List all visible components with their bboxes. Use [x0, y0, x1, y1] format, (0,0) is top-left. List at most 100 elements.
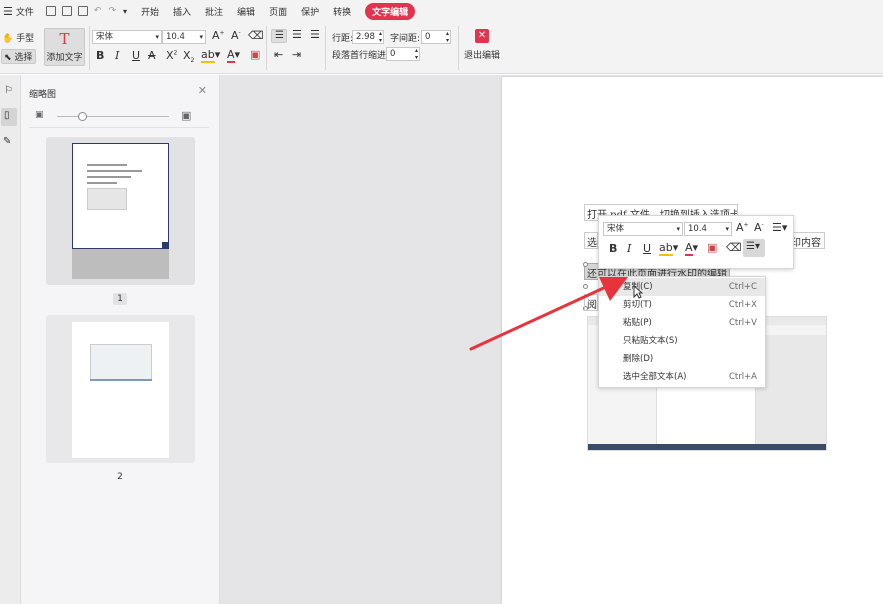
cursor-icon: ⬉ [4, 53, 12, 63]
print-icon[interactable] [77, 6, 88, 16]
text-background-icon[interactable]: ▣ [250, 48, 260, 61]
bold-icon[interactable]: B [96, 49, 104, 62]
divider [458, 26, 459, 70]
mini-font-size-select[interactable]: 10.4 ▾ [684, 222, 732, 236]
strikethrough-icon[interactable]: A [148, 49, 156, 62]
tab-text-edit[interactable]: 文字编辑 [365, 2, 416, 20]
hand-icon: ✋ [2, 34, 14, 44]
highlight-icon[interactable]: ab▾ [659, 241, 678, 256]
menu-item-shortcut: Ctrl+V [728, 318, 757, 328]
quick-access-dropdown-icon[interactable]: ▾ [123, 7, 127, 16]
line-spacing-icon[interactable]: ☰▾ [772, 221, 787, 234]
align-left-button[interactable]: ☰ [271, 29, 287, 43]
ribbon-toolbar: ✋ 手型 ⬉ 选择 T 添加文字 宋体 ▾ 10.4 ▾ A+ A- ⌫ B I… [0, 22, 883, 74]
tab-convert[interactable]: 转换 [333, 5, 351, 18]
text-background-icon[interactable]: ▣ [707, 241, 717, 254]
align-right-icon[interactable]: ☰ [310, 28, 320, 41]
stepper-icon: ▴ ▾ [378, 30, 382, 44]
menu-item-select-all[interactable]: 选中全部文本(A) Ctrl+A [599, 368, 765, 386]
hand-tool-button[interactable]: ✋ 手型 [2, 31, 34, 44]
tab-protect[interactable]: 保护 [301, 5, 319, 18]
zoom-slider-track[interactable] [57, 116, 169, 117]
menu-bar: ☰ 文件 ↶ ↷ ▾ 开始 插入 批注 编辑 页面 保护 转换 文字编辑 [0, 0, 883, 22]
increase-indent-icon[interactable]: ⇥ [292, 48, 301, 61]
italic-icon[interactable]: I [627, 242, 631, 255]
italic-icon[interactable]: I [115, 49, 119, 62]
zoom-slider-handle[interactable] [78, 112, 87, 121]
stepper-icon: ▴ ▾ [414, 47, 418, 61]
chevron-down-icon: ▾ [725, 225, 729, 233]
decrease-font-icon[interactable]: A- [754, 221, 764, 234]
tab-page[interactable]: 页面 [269, 5, 287, 18]
divider [266, 26, 267, 70]
large-image-icon[interactable]: ▣ [181, 109, 191, 122]
menu-item-shortcut: Ctrl+C [728, 282, 757, 292]
thumbnail-page-image [72, 322, 169, 458]
align-center-icon[interactable]: ☰ [292, 28, 302, 41]
open-folder-icon[interactable] [45, 6, 56, 16]
hamburger-icon[interactable]: ☰ [3, 5, 13, 18]
bold-icon[interactable]: B [609, 242, 617, 255]
bookmark-icon[interactable]: ⚐ [4, 85, 13, 96]
line-spacing-input[interactable]: 2.98 ▴ ▾ [352, 30, 384, 44]
line-spacing-label: 行距: [332, 34, 354, 44]
menu-file[interactable]: 文件 [16, 5, 34, 18]
add-text-button[interactable]: T 添加文字 [44, 28, 85, 66]
exit-edit-label: 退出编辑 [463, 51, 500, 61]
menu-item-shortcut: Ctrl+X [728, 300, 757, 310]
increase-font-icon[interactable]: A+ [212, 29, 225, 42]
superscript-icon[interactable]: X2 [166, 49, 177, 62]
chevron-down-icon: ▾ [199, 33, 203, 41]
underline-icon[interactable]: U [132, 49, 140, 62]
divider [325, 26, 326, 70]
decrease-indent-icon[interactable]: ⇤ [274, 48, 283, 61]
align-icon: ☰▾ [746, 241, 760, 252]
signature-icon[interactable]: ✎ [3, 136, 11, 147]
clear-format-icon[interactable]: ⌫ [248, 29, 264, 42]
chevron-down-icon: ▾ [676, 225, 680, 233]
tab-edit[interactable]: 编辑 [237, 5, 255, 18]
mini-font-value: 宋体 [607, 224, 625, 234]
eraser-icon[interactable]: ⌫ [726, 241, 742, 254]
undo-icon[interactable]: ↶ [94, 6, 102, 16]
small-image-icon[interactable]: ▣ [35, 110, 44, 120]
font-color-icon[interactable]: A▾ [685, 241, 698, 256]
thumbnail-rail-button[interactable]: ▯ [1, 108, 17, 126]
tab-start[interactable]: 开始 [141, 5, 159, 18]
text-block-2-start[interactable]: 选 [584, 232, 598, 249]
font-color-icon[interactable]: A▾ [227, 48, 240, 63]
highlight-icon[interactable]: ab▾ [201, 48, 220, 63]
redo-icon[interactable]: ↷ [108, 6, 116, 16]
select-tool-button[interactable]: ⬉ 选择 [1, 49, 36, 64]
thumbnail-icon: ▯ [4, 110, 10, 121]
indent-input[interactable]: 0 ▴ ▾ [386, 47, 420, 61]
tab-insert[interactable]: 插入 [173, 5, 191, 18]
align-left-icon: ☰ [275, 30, 284, 41]
menu-item-shortcut: Ctrl+A [728, 372, 757, 382]
menu-item-delete[interactable]: 删除(D) [599, 350, 765, 368]
close-icon[interactable]: ✕ [198, 84, 207, 97]
save-icon[interactable] [61, 6, 72, 16]
tab-comment[interactable]: 批注 [205, 5, 223, 18]
page-thumbnail-2[interactable] [46, 315, 195, 463]
char-spacing-value: 0 [425, 32, 431, 42]
char-spacing-input[interactable]: 0 ▴ ▾ [421, 30, 451, 44]
mini-size-value: 10.4 [688, 224, 707, 234]
selection-handle[interactable] [583, 262, 588, 267]
thumbnail-page-image [72, 249, 169, 279]
decrease-font-icon[interactable]: A- [231, 29, 241, 42]
divider [89, 26, 90, 70]
mini-font-family-select[interactable]: 宋体 ▾ [603, 222, 683, 236]
menu-item-label: 删除(D) [623, 354, 654, 364]
select-tool-label: 选择 [14, 53, 33, 63]
increase-font-icon[interactable]: A+ [736, 221, 749, 234]
underline-icon[interactable]: U [643, 242, 651, 255]
page-number-badge: 1 [113, 293, 127, 305]
subscript-icon[interactable]: X2 [183, 49, 194, 64]
align-dropdown-button[interactable]: ☰▾ [743, 239, 765, 257]
thumbnail-panel: 缩略图 ✕ ▣ ▣ 1 2 [21, 75, 220, 604]
exit-edit-button[interactable]: ✕ 退出编辑 [463, 29, 501, 61]
font-size-select[interactable]: 10.4 ▾ [162, 30, 206, 44]
font-family-select[interactable]: 宋体 ▾ [92, 30, 162, 44]
page-thumbnail-1[interactable] [46, 137, 195, 285]
